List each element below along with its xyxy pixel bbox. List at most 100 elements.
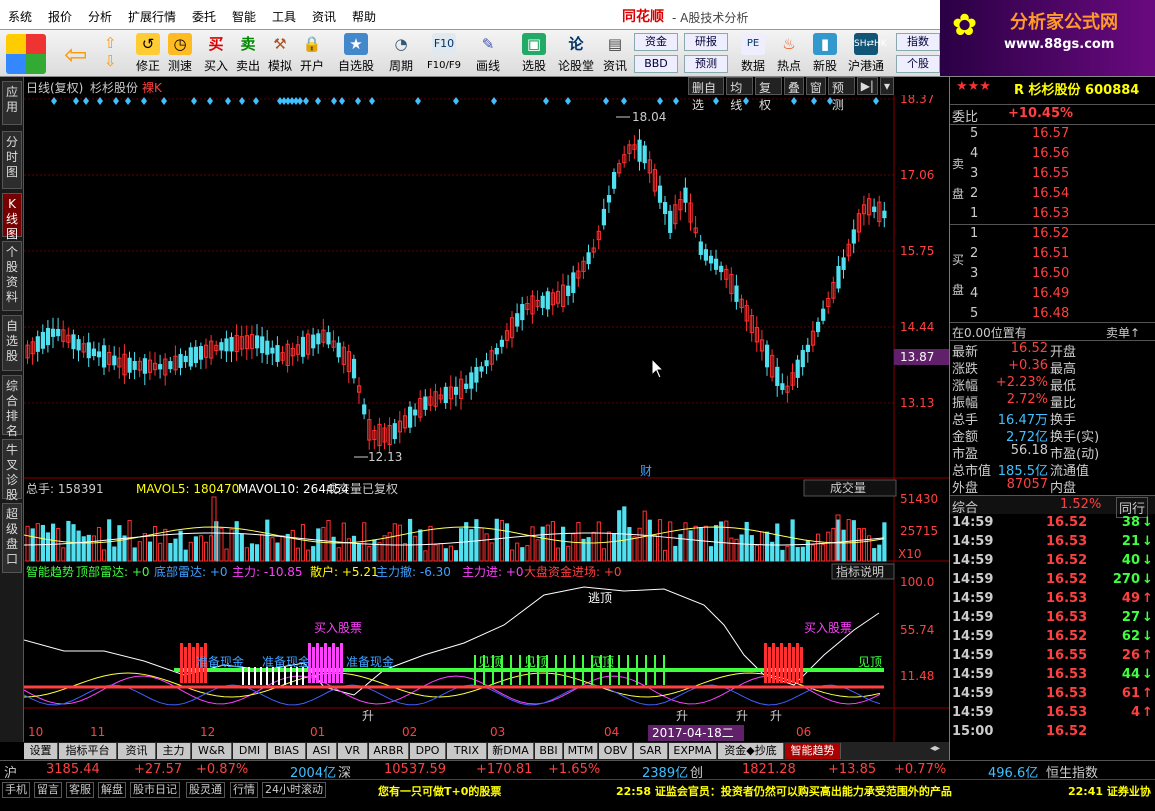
home-icon[interactable] [6, 34, 46, 74]
btn-forecast[interactable]: 预测 [827, 77, 855, 112]
back-arrow-icon[interactable]: ⇦ [64, 38, 87, 71]
toolbar-select[interactable]: ▣ 选股 [516, 33, 552, 75]
kline-chart[interactable]: 18.37 17.06 15.75 14.44 13.13 13.87 18.0… [24, 95, 949, 742]
indicator-tab[interactable]: DMI [233, 743, 267, 759]
date-tick: 03 [490, 725, 505, 739]
indicator-tab[interactable]: W&R [192, 743, 232, 759]
toolbar-index[interactable]: 指数 [896, 33, 940, 51]
btn-ma[interactable]: 均线 [726, 77, 754, 112]
btn-adjust[interactable]: 复权 [755, 77, 782, 112]
bid-row[interactable]: 2 16.51 [950, 245, 1155, 264]
toolbar-hkconnect[interactable]: SH⇄HK 沪港通 [846, 33, 887, 75]
fin-marker[interactable]: 财 [640, 464, 652, 478]
status-news-2[interactable]: 22:41 证券业协 [1068, 783, 1151, 799]
menu-analysis[interactable]: 分析 [88, 8, 112, 25]
toolbar-watchlist[interactable]: ★ 自选股 [337, 33, 375, 75]
btn-del-watch[interactable]: 删自选 [688, 77, 725, 112]
toolbar-open-account[interactable]: 🔒 开户 [297, 33, 327, 75]
indicator-tab[interactable]: OBV [599, 743, 633, 759]
ask-row[interactable]: 2 16.54 [950, 185, 1155, 204]
indicator-tab[interactable]: VR [338, 743, 368, 759]
toolbar-f10[interactable]: F10 F10/F9 [423, 33, 465, 75]
btn-window[interactable]: 窗 [805, 77, 826, 95]
menu-ext[interactable]: 扩展行情 [128, 8, 176, 25]
toolbar-stock[interactable]: 个股 [896, 55, 940, 73]
menu-tools[interactable]: 工具 [272, 8, 296, 25]
toolbar-bbd[interactable]: BBD [634, 55, 678, 73]
tab-profile[interactable]: 个股资料 [2, 241, 22, 311]
status-item[interactable]: 解盘 [98, 782, 126, 798]
indicator-tab[interactable]: BIAS [268, 743, 306, 759]
toolbar-forecast[interactable]: 预测 [684, 55, 728, 73]
ind-help-label[interactable]: 指标说明 [836, 564, 884, 579]
bid-row[interactable]: 3 16.50 [950, 265, 1155, 284]
indicator-tab[interactable]: 设置 [24, 743, 58, 759]
toolbar-sell[interactable]: 卖卖出 [233, 33, 263, 75]
indicator-tab[interactable]: EXPMA [669, 743, 717, 759]
tab-ranking[interactable]: 综合排名 [2, 375, 22, 438]
tab-super-level2[interactable]: 超级盘口 [2, 503, 22, 573]
status-item[interactable]: 留言 [34, 782, 62, 798]
indicator-tab[interactable]: 资金◆抄底 [718, 743, 784, 759]
indicator-tab[interactable]: 智能趋势 [785, 743, 841, 759]
menu-help[interactable]: 帮助 [352, 8, 376, 25]
menu-quote[interactable]: 报价 [48, 8, 72, 25]
status-item[interactable]: 客服 [66, 782, 94, 798]
toolbar-ipo[interactable]: ▮ 新股 [810, 33, 840, 75]
menu-news[interactable]: 资讯 [312, 8, 336, 25]
tab-diagnose[interactable]: 牛叉诊股 [2, 439, 22, 502]
status-item[interactable]: 手机 [2, 782, 30, 798]
menu-system[interactable]: 系统 [8, 8, 32, 25]
arrow-down-icon: ↓ [1142, 572, 1153, 587]
tab-scroll-icon[interactable]: ◂▸ [930, 743, 950, 759]
toolbar-hot[interactable]: ♨ 热点 [774, 33, 804, 75]
toolbar-data[interactable]: PE 数据 [738, 33, 768, 75]
status-item[interactable]: 股市日记 [130, 782, 180, 798]
ask-row[interactable]: 4 16.56 [950, 145, 1155, 164]
toolbar-correct[interactable]: ↺ 修正 [133, 33, 163, 75]
bid-row[interactable]: 4 16.49 [950, 285, 1155, 304]
indicator-tab[interactable]: ASI [307, 743, 337, 759]
toolbar-info[interactable]: ▤ 资讯 [600, 33, 630, 75]
indicator-tab[interactable]: 指标平台 [59, 743, 117, 759]
ask-row[interactable]: 5 16.57 [950, 125, 1155, 144]
toolbar-speed[interactable]: ◷ 测速 [165, 33, 195, 75]
indicator-tab[interactable]: DPO [410, 743, 446, 759]
up-down-icon[interactable]: ⇧ ⇩ [104, 34, 117, 70]
indicator-tab[interactable]: 资讯 [118, 743, 156, 759]
indicator-tab[interactable]: TRIX [447, 743, 487, 759]
arrow-expand-icon[interactable]: ▶| [856, 77, 878, 95]
indicator-tab[interactable]: BBI [535, 743, 563, 759]
toolbar-research[interactable]: 研报 [684, 33, 728, 51]
toolbar-simulate[interactable]: ⚒ 模拟 [265, 33, 295, 75]
menu-smart[interactable]: 智能 [232, 8, 256, 25]
indicator-tab[interactable]: MTM [564, 743, 598, 759]
bid-row[interactable]: 1 16.52 [950, 225, 1155, 244]
toolbar-fund[interactable]: 资金 [634, 33, 678, 51]
dropdown-icon[interactable]: ▾ [879, 77, 894, 95]
chart-mode[interactable]: 裸K [142, 79, 162, 96]
toolbar-buy[interactable]: 买买入 [201, 33, 231, 75]
tab-kline[interactable]: K线图 [2, 193, 22, 241]
vol-dropdown-label[interactable]: 成交量 [830, 480, 866, 495]
status-item[interactable]: 行情 [230, 782, 258, 798]
toolbar-forum[interactable]: 论论股堂 [556, 33, 596, 75]
toolbar-period[interactable]: ◔ 周期 [383, 33, 419, 75]
ask-row[interactable]: 3 16.55 [950, 165, 1155, 184]
status-ad[interactable]: 您有一只可做T+0的股票 [378, 783, 501, 799]
indicator-tab[interactable]: 新DMA [488, 743, 534, 759]
status-news[interactable]: 22:58 证监会官员：投资者仍然可以购买高出能力承受范围外的产品 [616, 783, 952, 799]
status-item[interactable]: 股灵通 [186, 782, 225, 798]
indicator-tab[interactable]: 主力 [157, 743, 191, 759]
tab-intraday[interactable]: 分时图 [2, 131, 22, 189]
tab-app[interactable]: 应用 [2, 81, 22, 125]
tab-watchlist[interactable]: 自选股 [2, 315, 22, 371]
ask-row[interactable]: 1 16.53 [950, 205, 1155, 224]
indicator-tab[interactable]: ARBR [369, 743, 409, 759]
toolbar-draw[interactable]: ✎ 画线 [470, 33, 506, 75]
btn-overlay[interactable]: 叠 [783, 77, 804, 95]
indicator-tab[interactable]: SAR [634, 743, 668, 759]
chart-period[interactable]: 日线(复权) [26, 79, 83, 96]
menu-trade[interactable]: 委托 [192, 8, 216, 25]
status-item[interactable]: 24小时滚动 [262, 782, 326, 798]
